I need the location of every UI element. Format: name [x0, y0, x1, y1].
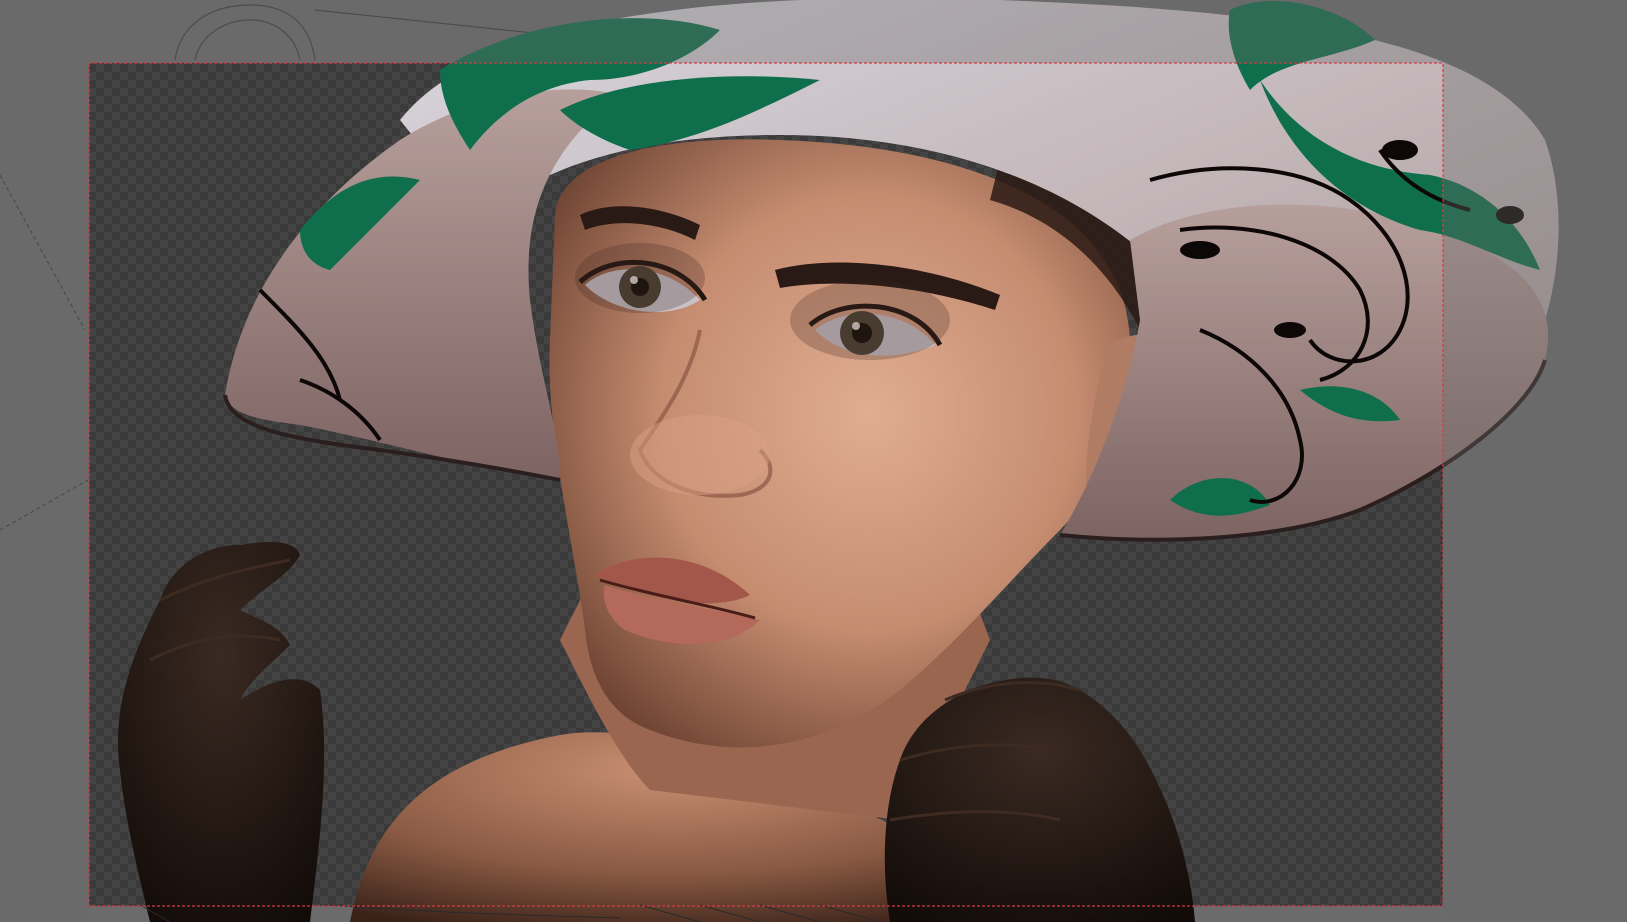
3d-viewport[interactable] [0, 0, 1627, 922]
viewport-canvas[interactable] [0, 0, 1627, 922]
